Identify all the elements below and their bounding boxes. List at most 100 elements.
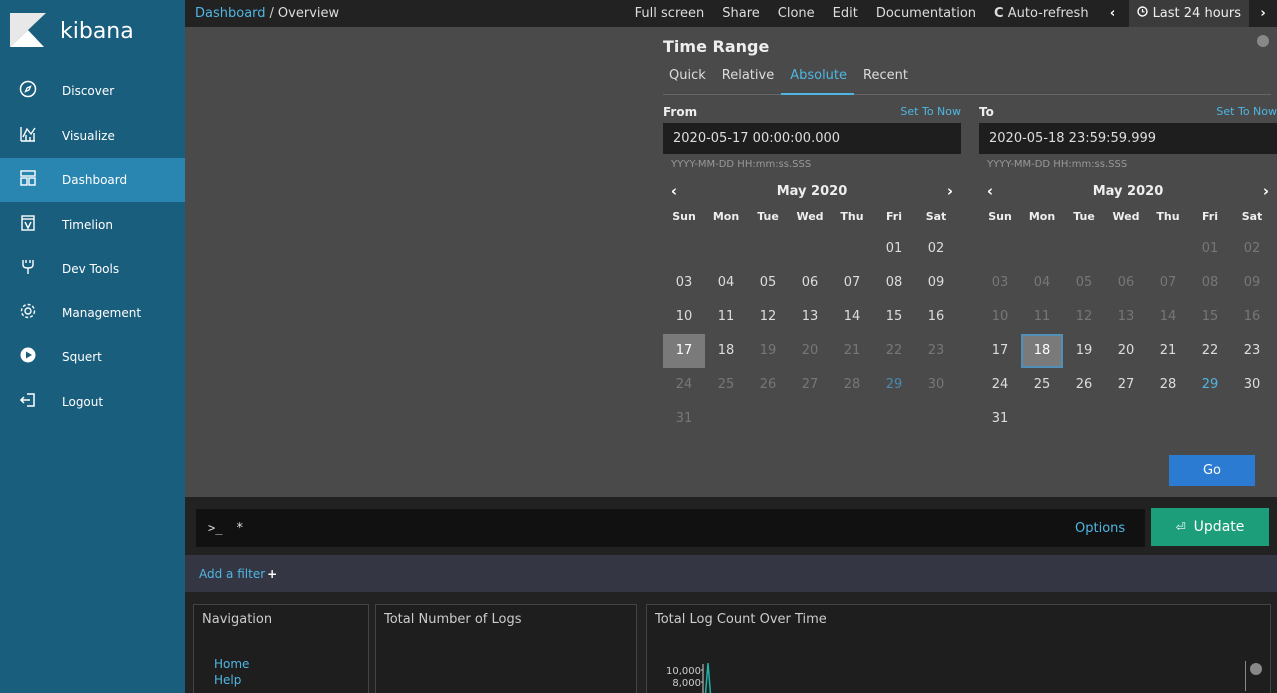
from-calendar-day[interactable]: 21 (831, 334, 873, 368)
from-calendar-day[interactable]: 02 (915, 232, 957, 266)
to-prev-month-button[interactable]: ‹ (979, 182, 1001, 200)
to-calendar-day[interactable]: 02 (1231, 232, 1273, 266)
sidebar-item-dashboard[interactable]: Dashboard (0, 158, 185, 202)
from-calendar-day[interactable]: 03 (663, 266, 705, 300)
from-calendar-day[interactable]: 06 (789, 266, 831, 300)
from-next-month-button[interactable]: › (939, 182, 961, 200)
to-calendar-day[interactable]: 29 (1189, 368, 1231, 402)
time-prev-button[interactable]: ‹ (1103, 6, 1123, 21)
to-calendar-day[interactable]: 22 (1189, 334, 1231, 368)
from-calendar-day[interactable]: 26 (747, 368, 789, 402)
to-calendar-day[interactable]: 28 (1147, 368, 1189, 402)
from-calendar-day[interactable]: 28 (831, 368, 873, 402)
to-calendar-day[interactable]: 20 (1105, 334, 1147, 368)
auto-refresh-button[interactable]: C Auto-refresh (994, 6, 1089, 21)
time-next-button[interactable]: › (1253, 6, 1273, 21)
from-calendar-day[interactable]: 12 (747, 300, 789, 334)
go-button[interactable]: Go (1169, 455, 1255, 486)
to-calendar-day[interactable]: 31 (979, 402, 1021, 436)
edit-button[interactable]: Edit (833, 6, 858, 21)
from-calendar-day[interactable]: 23 (915, 334, 957, 368)
to-calendar-day[interactable]: 01 (1189, 232, 1231, 266)
to-calendar-day[interactable]: 27 (1105, 368, 1147, 402)
to-calendar-day[interactable]: 05 (1063, 266, 1105, 300)
brand[interactable]: kibana (0, 0, 185, 62)
from-calendar-day[interactable]: 22 (873, 334, 915, 368)
add-filter-link[interactable]: Add a filter + (199, 567, 277, 581)
to-calendar-day[interactable]: 10 (979, 300, 1021, 334)
to-calendar-day[interactable]: 30 (1231, 368, 1273, 402)
to-date-input[interactable] (979, 123, 1277, 154)
tab-absolute[interactable]: Absolute (781, 68, 855, 95)
from-calendar-day[interactable]: 18 (705, 334, 747, 368)
from-calendar-day[interactable]: 10 (663, 300, 705, 334)
from-calendar-day[interactable]: 09 (915, 266, 957, 300)
from-date-input[interactable] (663, 123, 961, 154)
from-calendar-day[interactable]: 05 (747, 266, 789, 300)
from-calendar-day[interactable]: 29 (873, 368, 915, 402)
share-button[interactable]: Share (722, 6, 760, 21)
to-calendar-day[interactable]: 12 (1063, 300, 1105, 334)
from-calendar-day[interactable]: 17 (663, 334, 705, 368)
breadcrumb-link-dashboard[interactable]: Dashboard (195, 6, 266, 21)
from-calendar-day[interactable]: 16 (915, 300, 957, 334)
from-calendar-day[interactable]: 25 (705, 368, 747, 402)
update-button[interactable]: ⏎ Update (1151, 508, 1269, 546)
from-calendar-day[interactable]: 20 (789, 334, 831, 368)
from-calendar-day[interactable]: 30 (915, 368, 957, 402)
to-calendar-day[interactable]: 08 (1189, 266, 1231, 300)
sidebar-item-dev-tools[interactable]: Dev Tools (0, 247, 185, 291)
to-calendar-day[interactable]: 04 (1021, 266, 1063, 300)
from-calendar-day[interactable]: 08 (873, 266, 915, 300)
to-calendar-day[interactable]: 26 (1063, 368, 1105, 402)
to-set-to-now-link[interactable]: Set To Now (1216, 105, 1277, 119)
to-calendar-day[interactable]: 19 (1063, 334, 1105, 368)
to-calendar-day[interactable]: 06 (1105, 266, 1147, 300)
sidebar-item-logout[interactable]: Logout (0, 380, 185, 424)
collapse-panel-icon[interactable] (1257, 35, 1269, 47)
from-calendar-day[interactable]: 04 (705, 266, 747, 300)
from-calendar-day[interactable]: 01 (873, 232, 915, 266)
collapse-legend-icon[interactable] (1250, 663, 1262, 675)
from-calendar-day[interactable]: 14 (831, 300, 873, 334)
to-calendar-day[interactable]: 09 (1231, 266, 1273, 300)
to-calendar-day[interactable]: 17 (979, 334, 1021, 368)
to-calendar-day[interactable]: 24 (979, 368, 1021, 402)
to-calendar-day[interactable]: 16 (1231, 300, 1273, 334)
from-calendar-day[interactable]: 13 (789, 300, 831, 334)
to-calendar-day[interactable]: 03 (979, 266, 1021, 300)
to-calendar-day[interactable]: 15 (1189, 300, 1231, 334)
sidebar-item-management[interactable]: Management (0, 291, 185, 335)
to-calendar-day[interactable]: 14 (1147, 300, 1189, 334)
help-link[interactable]: Help (214, 672, 368, 688)
from-calendar-day[interactable]: 07 (831, 266, 873, 300)
from-calendar-day[interactable]: 19 (747, 334, 789, 368)
query-input[interactable]: >_ * (196, 509, 1145, 547)
sidebar-item-visualize[interactable]: Visualize (0, 114, 185, 158)
to-calendar-day[interactable]: 13 (1105, 300, 1147, 334)
from-calendar-day[interactable]: 27 (789, 368, 831, 402)
to-calendar-day[interactable]: 23 (1231, 334, 1273, 368)
to-next-month-button[interactable]: › (1255, 182, 1277, 200)
from-calendar-day[interactable]: 31 (663, 402, 705, 436)
tab-relative[interactable]: Relative (713, 68, 781, 95)
clone-button[interactable]: Clone (778, 6, 815, 21)
to-calendar-day[interactable]: 25 (1021, 368, 1063, 402)
to-calendar-day[interactable]: 11 (1021, 300, 1063, 334)
home-link[interactable]: Home (214, 656, 368, 672)
to-calendar-day[interactable]: 21 (1147, 334, 1189, 368)
from-calendar-day[interactable]: 15 (873, 300, 915, 334)
sidebar-item-timelion[interactable]: Timelion (0, 203, 185, 247)
documentation-button[interactable]: Documentation (876, 6, 976, 21)
time-picker-button[interactable]: Last 24 hours (1128, 0, 1249, 27)
to-calendar-day[interactable]: 18 (1021, 334, 1063, 368)
query-options-link[interactable]: Options (1075, 521, 1125, 536)
sidebar-item-discover[interactable]: Discover (0, 69, 185, 113)
tab-recent[interactable]: Recent (854, 68, 915, 95)
tab-quick[interactable]: Quick (663, 68, 713, 95)
full-screen-button[interactable]: Full screen (635, 6, 705, 21)
from-prev-month-button[interactable]: ‹ (663, 182, 685, 200)
sidebar-item-squert[interactable]: Squert (0, 335, 185, 379)
from-calendar-day[interactable]: 11 (705, 300, 747, 334)
from-set-to-now-link[interactable]: Set To Now (900, 105, 961, 119)
